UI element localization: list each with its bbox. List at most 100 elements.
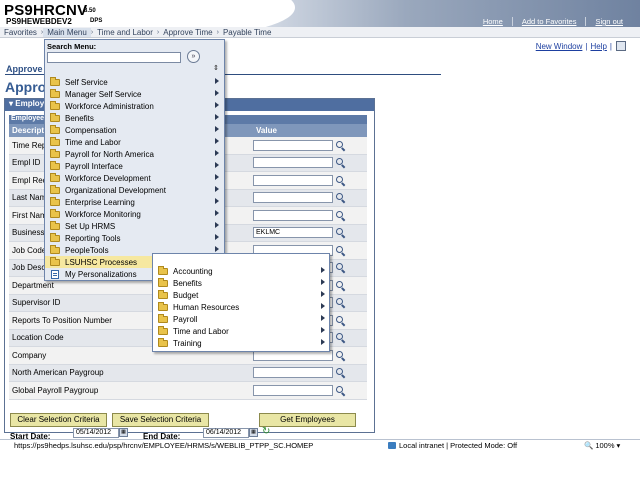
- lsuhsc-processes-submenu: Accounting Benefits Budget Human Resourc…: [152, 253, 330, 352]
- menu-item[interactable]: Self Service: [45, 76, 224, 88]
- sign-out-link[interactable]: Sign out: [585, 17, 632, 26]
- menu-item[interactable]: Organizational Development: [45, 184, 224, 196]
- submenu-arrow-icon: [215, 78, 219, 84]
- lookup-icon[interactable]: [335, 192, 346, 203]
- submenu-arrow-icon: [215, 186, 219, 192]
- get-employees-button[interactable]: Get Employees: [259, 413, 356, 427]
- lookup-icon[interactable]: [335, 210, 346, 221]
- submenu-item[interactable]: Time and Labor: [153, 325, 329, 337]
- header-bar: PS9HRCNV 8.50 PS9HEWEBDEV2 DPS Home Add …: [0, 0, 640, 35]
- lookup-icon[interactable]: [335, 262, 346, 273]
- search-go-icon[interactable]: »: [187, 50, 200, 63]
- submenu-item[interactable]: Benefits: [153, 277, 329, 289]
- submenu-item[interactable]: Training: [153, 337, 329, 349]
- menu-item[interactable]: Workforce Development: [45, 172, 224, 184]
- menu-item[interactable]: Compensation: [45, 124, 224, 136]
- lookup-icon[interactable]: [335, 315, 346, 326]
- home-link[interactable]: Home: [474, 17, 512, 26]
- folder-icon: [50, 172, 60, 182]
- menu-item-label: Manager Self Service: [65, 89, 142, 99]
- menu-item[interactable]: Enterprise Learning: [45, 196, 224, 208]
- menu-item[interactable]: Reporting Tools: [45, 232, 224, 244]
- submenu-arrow-icon: [321, 267, 325, 273]
- lookup-icon[interactable]: [335, 227, 346, 238]
- lookup-icon[interactable]: [335, 332, 346, 343]
- value-input[interactable]: [253, 174, 333, 186]
- breadcrumb-main-menu[interactable]: Main Menu: [43, 27, 91, 37]
- calendar-icon[interactable]: ▦: [119, 428, 128, 437]
- status-url: https://ps9hedps.lsuhsc.edu/psp/hrcnv/EM…: [14, 441, 314, 450]
- zoom-control[interactable]: 🔍 100% ▾: [584, 441, 620, 450]
- breadcrumb-approve-time[interactable]: Approve Time: [159, 28, 216, 37]
- system-version: 8.50: [84, 8, 96, 14]
- submenu-item[interactable]: Payroll: [153, 313, 329, 325]
- table-row: Global Payroll Paygroup: [9, 382, 367, 400]
- breadcrumb-favorites[interactable]: Favorites: [0, 28, 41, 37]
- submenu-item[interactable]: Budget: [153, 289, 329, 301]
- end-date-input[interactable]: 06/14/2012: [203, 428, 249, 438]
- start-date-input[interactable]: 05/14/2012: [73, 428, 119, 438]
- menu-item[interactable]: Set Up HRMS: [45, 220, 224, 232]
- customize-page-icon[interactable]: [616, 41, 626, 51]
- menu-list: Self Service Manager Self Service Workfo…: [45, 76, 224, 280]
- refresh-icon[interactable]: ↻: [262, 427, 272, 437]
- value-input[interactable]: [253, 209, 333, 221]
- search-menu-input[interactable]: [47, 52, 181, 63]
- value-input[interactable]: EKLMC: [253, 227, 333, 239]
- lookup-icon[interactable]: [335, 140, 346, 151]
- calendar-icon[interactable]: ▦: [249, 428, 258, 437]
- submenu-arrow-icon: [215, 114, 219, 120]
- menu-item[interactable]: Benefits: [45, 112, 224, 124]
- folder-icon: [158, 313, 168, 323]
- submenu-arrow-icon: [215, 246, 219, 252]
- clear-selection-button[interactable]: Clear Selection Criteria: [10, 413, 107, 427]
- folder-icon: [50, 100, 60, 110]
- sort-icon[interactable]: ⇕: [213, 64, 219, 72]
- submenu-item-label: Payroll: [173, 314, 198, 324]
- window-bottom: [0, 451, 640, 480]
- menu-item[interactable]: Payroll Interface: [45, 160, 224, 172]
- submenu-arrow-icon: [321, 315, 325, 321]
- add-to-favorites-link[interactable]: Add to Favorites: [511, 17, 586, 26]
- save-selection-button[interactable]: Save Selection Criteria: [112, 413, 209, 427]
- lookup-icon[interactable]: [335, 245, 346, 256]
- lookup-icon[interactable]: [335, 367, 346, 378]
- lookup-icon[interactable]: [335, 175, 346, 186]
- help-link[interactable]: Help: [590, 42, 606, 51]
- breadcrumb-time-and-labor[interactable]: Time and Labor: [93, 28, 157, 37]
- value-input[interactable]: [253, 192, 333, 204]
- submenu-arrow-icon: [215, 210, 219, 216]
- submenu-item[interactable]: Accounting: [153, 265, 329, 277]
- menu-item-label: Payroll Interface: [65, 161, 123, 171]
- menu-item[interactable]: Workforce Monitoring: [45, 208, 224, 220]
- menu-item[interactable]: Manager Self Service: [45, 88, 224, 100]
- lookup-icon[interactable]: [335, 385, 346, 396]
- breadcrumb-payable-time[interactable]: Payable Time: [219, 28, 275, 37]
- lookup-icon[interactable]: [335, 280, 346, 291]
- lookup-icon[interactable]: [335, 297, 346, 308]
- magnifier-icon: 🔍: [584, 441, 594, 450]
- lookup-icon[interactable]: [335, 157, 346, 168]
- folder-icon: [50, 112, 60, 122]
- menu-item[interactable]: Workforce Administration: [45, 100, 224, 112]
- menu-item-label: Reporting Tools: [65, 233, 121, 243]
- menu-item-label: Time and Labor: [65, 137, 121, 147]
- zoom-level: 100%: [595, 441, 615, 450]
- value-input[interactable]: [253, 367, 333, 379]
- new-window-link[interactable]: New Window: [536, 42, 583, 51]
- folder-icon: [158, 337, 168, 347]
- menu-item-label: Enterprise Learning: [65, 197, 135, 207]
- submenu-item[interactable]: Human Resources: [153, 301, 329, 313]
- link-separator: |: [609, 42, 612, 51]
- menu-item[interactable]: Time and Labor: [45, 136, 224, 148]
- menu-item-label: Workforce Monitoring: [65, 209, 141, 219]
- value-input[interactable]: [253, 139, 333, 151]
- lookup-icon[interactable]: [335, 350, 346, 361]
- submenu-item-label: Human Resources: [173, 302, 240, 312]
- menu-item[interactable]: Payroll for North America: [45, 148, 224, 160]
- database-name: PS9HEWEBDEV2: [6, 17, 72, 26]
- submenu-item-label: Budget: [173, 290, 199, 300]
- value-input[interactable]: [253, 157, 333, 169]
- folder-icon: [158, 301, 168, 311]
- value-input[interactable]: [253, 384, 333, 396]
